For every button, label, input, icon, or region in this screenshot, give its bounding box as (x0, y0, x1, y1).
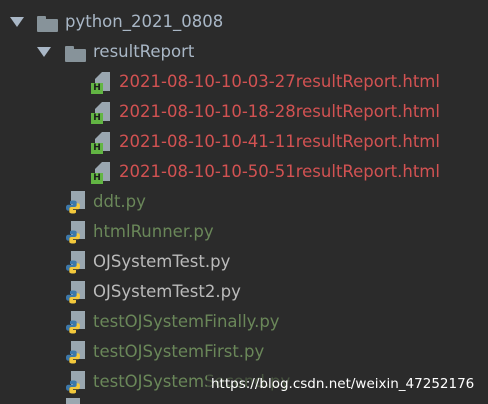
html-file-icon: H (91, 127, 113, 157)
file-row-python[interactable]: OJSystemTest2.py (0, 277, 488, 307)
chevron-down-icon[interactable] (37, 37, 51, 67)
folder-label: resultReport (93, 42, 195, 61)
file-row-python[interactable]: testOJSystemFinally.py (0, 307, 488, 337)
file-label: 2021-08-10-10-03-27resultReport.html (119, 72, 440, 91)
python-file-icon (66, 217, 88, 247)
folder-row-result-report[interactable]: resultReport (0, 37, 488, 67)
html-file-icon: H (91, 157, 113, 187)
file-label: htmlRunner.py (93, 222, 214, 241)
file-row-html[interactable]: H 2021-08-10-10-50-51resultReport.html (0, 157, 488, 187)
file-label: ddt.py (93, 192, 146, 211)
file-label: OJSystemTest.py (93, 252, 231, 271)
file-row-python[interactable]: htmlRunner.py (0, 217, 488, 247)
python-file-icon (66, 337, 88, 367)
file-label: 2021-08-10-10-18-28resultReport.html (119, 102, 440, 121)
python-file-icon (66, 307, 88, 337)
folder-icon (37, 7, 59, 37)
python-file-icon (66, 187, 88, 217)
file-row-html[interactable]: H 2021-08-10-10-18-28resultReport.html (0, 97, 488, 127)
file-label: testOJSystemFinally.py (93, 312, 280, 331)
clipped-row-above (96, 0, 246, 4)
file-label: OJSystemTest2.py (93, 282, 241, 301)
html-file-icon: H (91, 97, 113, 127)
folder-row-python-2021-0808[interactable]: python_2021_0808 (0, 7, 488, 37)
project-tree: python_2021_0808 resultReport H 2021-08-… (0, 0, 488, 404)
chevron-down-icon[interactable] (10, 7, 24, 37)
html-file-icon: H (91, 67, 113, 97)
file-label: 2021-08-10-10-50-51resultReport.html (119, 162, 440, 181)
python-file-icon (66, 247, 88, 277)
file-row-html[interactable]: H 2021-08-10-10-41-11resultReport.html (0, 127, 488, 157)
python-file-icon (66, 277, 88, 307)
watermark-text: https://blog.csdn.net/weixin_47252176 (207, 372, 479, 396)
file-row-python[interactable]: OJSystemTest.py (0, 247, 488, 277)
file-row-html[interactable]: H 2021-08-10-10-03-27resultReport.html (0, 67, 488, 97)
file-row-python[interactable]: testOJSystemFirst.py (0, 337, 488, 367)
folder-icon (65, 37, 87, 67)
file-row-python[interactable]: ddt.py (0, 187, 488, 217)
clipped-row-below (66, 398, 80, 404)
file-label: testOJSystemFirst.py (93, 342, 265, 361)
file-label: 2021-08-10-10-41-11resultReport.html (119, 132, 440, 151)
folder-label: python_2021_0808 (65, 12, 224, 31)
python-file-icon (66, 367, 88, 397)
